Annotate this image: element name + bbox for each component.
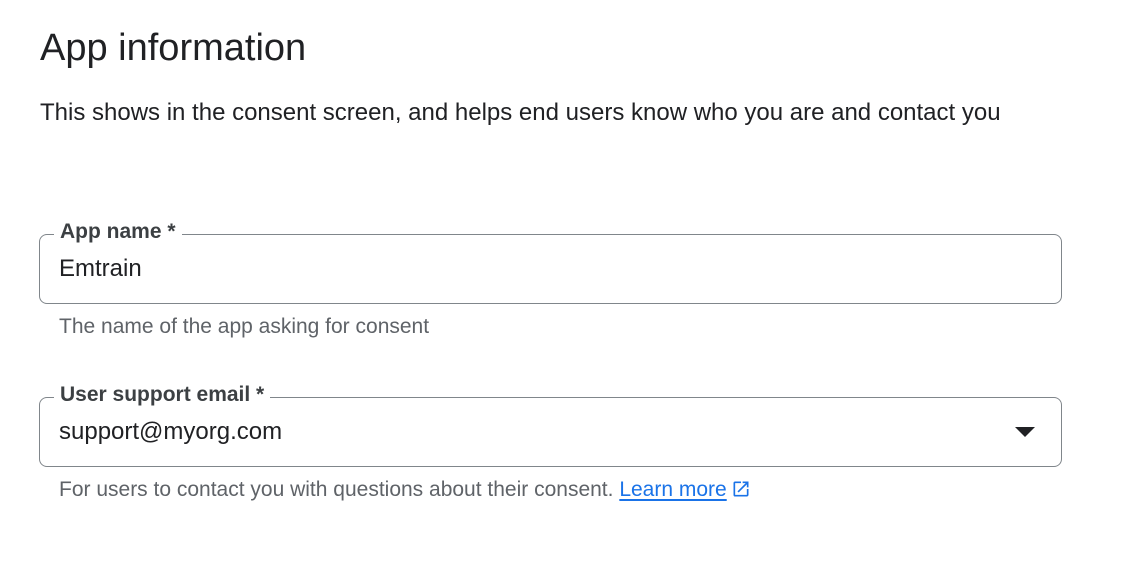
support-email-hint: For users to contact you with questions … — [59, 476, 751, 504]
open-in-new-icon[interactable] — [731, 479, 751, 499]
section-description: This shows in the consent screen, and he… — [40, 99, 1001, 126]
app-information-page: App information This shows in the consen… — [0, 0, 1122, 561]
app-name-label: App name * — [54, 218, 182, 246]
app-name-input[interactable]: Emtrain — [59, 253, 142, 285]
learn-more-link[interactable]: Learn more — [619, 478, 750, 501]
app-name-field[interactable]: App name * Emtrain — [39, 218, 1062, 304]
support-email-select[interactable]: User support email * support@myorg.com — [39, 381, 1062, 467]
support-email-value[interactable]: support@myorg.com — [59, 416, 282, 448]
arrow-drop-down-icon[interactable] — [1015, 427, 1035, 437]
support-email-hint-text: For users to contact you with questions … — [59, 478, 614, 501]
learn-more-label[interactable]: Learn more — [619, 478, 726, 501]
section-title: App information — [40, 27, 307, 69]
app-name-hint: The name of the app asking for consent — [59, 315, 430, 338]
support-email-label: User support email * — [54, 381, 271, 409]
